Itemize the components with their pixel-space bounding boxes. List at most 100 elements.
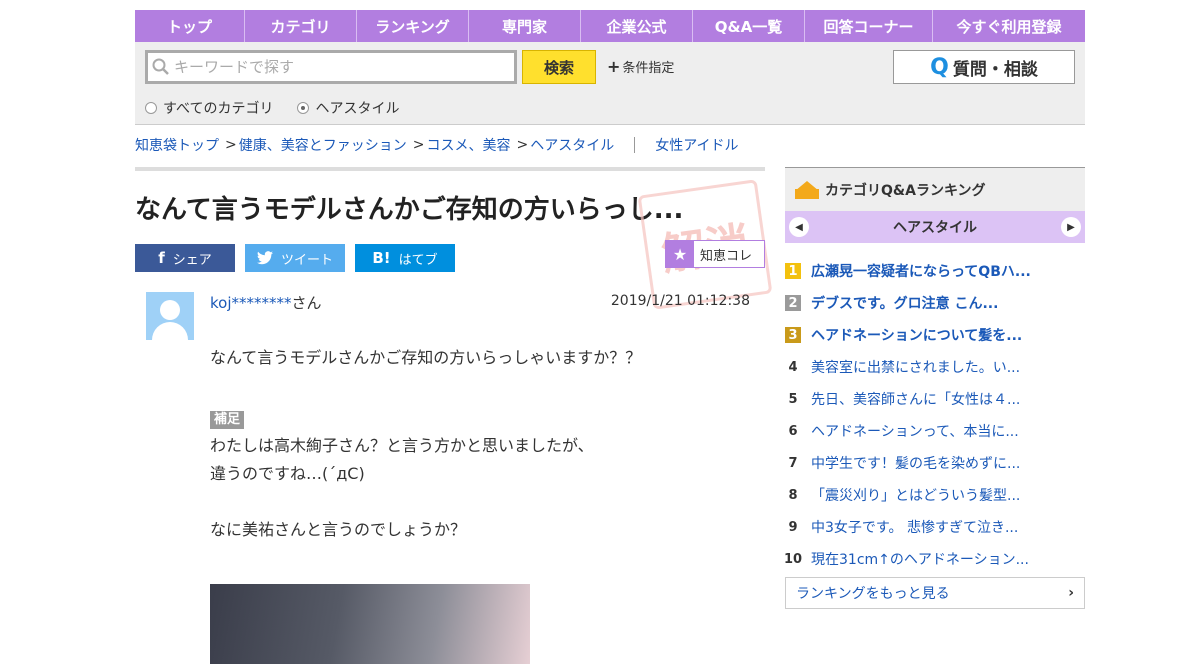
hatena-icon: B! [372, 249, 391, 267]
user-link[interactable]: koj******** [210, 294, 292, 312]
ranking-link[interactable]: 現在31cm↑のヘアドネーション... [811, 549, 1029, 569]
attached-photo[interactable] [210, 584, 530, 664]
rank-number: 10 [783, 551, 803, 567]
list-item: 6 ヘアドネーションって、本当に... [785, 415, 1085, 447]
list-item: 10 現在31cm↑のヘアドネーション... [783, 543, 1085, 575]
search-button[interactable]: 検索 [522, 50, 596, 84]
ranking-list: 1 広瀬晃一容疑者にならってQBハ... 2 デブスです。グロ注意 こん... 3ヘ… [783, 255, 1085, 575]
user-suffix: さん [291, 294, 322, 312]
facebook-share-button[interactable]: f シェア [135, 244, 235, 272]
radio-all-categories[interactable]: すべてのカテゴリ [145, 98, 273, 118]
divider [634, 137, 636, 153]
hatena-bookmark-button[interactable]: B! はてブ [355, 244, 455, 272]
rank-number: 7 [788, 455, 798, 471]
ask-label: 質問・相談 [952, 59, 1038, 80]
rank-number: 8 [788, 487, 798, 503]
radio-dot [145, 102, 157, 114]
ranking-link[interactable]: 広瀬晃一容疑者にならってQBハ... [811, 261, 1031, 281]
avatar[interactable] [146, 292, 194, 340]
ranking-link[interactable]: 「震災刈り」とはどういう髪型... [811, 485, 1020, 505]
search-input[interactable] [174, 58, 514, 76]
facebook-icon: f [158, 249, 165, 267]
ranking-category: ヘアスタイル [893, 220, 977, 236]
radio-dot-selected [297, 102, 310, 114]
ranking-link[interactable]: 中学生です！髪の毛を染めずに... [811, 453, 1020, 473]
nav-ranking[interactable]: ランキング [357, 10, 469, 42]
list-item: 9 中3女子です。 悲惨すぎて泣き... [785, 511, 1085, 543]
tag-link[interactable]: 女性アイドル [655, 135, 738, 155]
ranking-link[interactable]: ヘアドネーションについて髪を... [811, 325, 1022, 345]
radio-label: すべてのカテゴリ [163, 101, 274, 117]
nav-experts[interactable]: 専門家 [469, 10, 581, 42]
search-area: 検索 +条件指定 Q 質問・相談 すべてのカテゴリ ヘアスタイル [135, 42, 1085, 125]
rank-number: 4 [788, 359, 798, 375]
global-nav: トップ カテゴリ ランキング 専門家 企業公式 Q&A一覧 回答コーナー 今すぐ… [135, 10, 1085, 42]
supplement-label: 補足 [210, 411, 245, 429]
rank-badge: 3 [785, 327, 801, 343]
rank-badge: 2 [785, 295, 801, 311]
chevron-left-icon[interactable]: ◀ [789, 217, 809, 237]
list-item: 8 「震災刈り」とはどういう髪型... [785, 479, 1085, 511]
share-label: シェア [172, 252, 212, 268]
share-label: ツイート [280, 252, 333, 268]
rank-badge: 1 [785, 263, 801, 279]
body-line: 違うのですね…(´дC) [210, 464, 365, 483]
breadcrumb-item[interactable]: ヘアスタイル [530, 135, 614, 155]
ranking-link[interactable]: 美容室に出禁にされました。い... [811, 357, 1020, 377]
nav-official[interactable]: 企業公式 [581, 10, 693, 42]
plus-icon: + [607, 57, 621, 76]
category-radios: すべてのカテゴリ ヘアスタイル [145, 98, 399, 118]
conditions-label: 条件指定 [622, 61, 675, 76]
ask-question-button[interactable]: Q 質問・相談 [893, 50, 1075, 84]
rank-number: 5 [788, 391, 798, 407]
rank-number: 9 [788, 519, 798, 535]
divider [135, 167, 765, 171]
twitter-share-button[interactable]: ツイート [245, 244, 345, 272]
ranking-link[interactable]: デブスです。グロ注意 こん... [811, 293, 998, 313]
twitter-icon [256, 251, 273, 265]
ranking-panel: カテゴリQ&Aランキング ◀ ヘアスタイル ▶ 1 広瀬晃一容疑者にならってQBハ… [783, 167, 1085, 609]
rank-number: 6 [788, 423, 798, 439]
ranking-title: カテゴリQ&Aランキング [825, 182, 986, 199]
nav-category[interactable]: カテゴリ [245, 10, 357, 42]
body-line: なんて言うモデルさんかご存知の方いらっしゃいますか？？ [210, 348, 642, 367]
list-item: 4 美容室に出禁にされました。い... [785, 351, 1085, 383]
nav-register[interactable]: 今すぐ利用登録 [933, 10, 1085, 42]
more-ranking-button[interactable]: ランキングをもっと見る › [785, 577, 1085, 609]
user-name: koj********さん [210, 292, 322, 313]
breadcrumb-item[interactable]: コスメ、美容 [426, 135, 510, 155]
body-line: なに美祐さんと言うのでしょうか？ [210, 520, 467, 539]
ranking-link[interactable]: 先日、美容師さんに「女性は４... [811, 389, 1020, 409]
radio-current-category[interactable]: ヘアスタイル [297, 98, 399, 118]
radio-label: ヘアスタイル [315, 101, 400, 117]
nav-top[interactable]: トップ [135, 10, 245, 42]
ranking-link[interactable]: 中3女子です。 悲惨すぎて泣き... [811, 517, 1018, 537]
star-icon: ★ [666, 241, 694, 267]
share-label: はてブ [398, 252, 438, 268]
question-column: 解消 なんて言うモデルさんかご存知の方いらっし... f シェア ツイート B!… [135, 167, 773, 664]
body-line: わたしは高木絢子さん？と言う方かと思いましたが、 [210, 436, 594, 455]
header: トップ カテゴリ ランキング 専門家 企業公式 Q&A一覧 回答コーナー 今すぐ… [135, 10, 1085, 125]
chevron-right-icon[interactable]: ▶ [1061, 217, 1081, 237]
question-body: なんて言うモデルさんかご存知の方いらっしゃいますか？？ 補足 わたしは高木絢子さ… [210, 344, 641, 544]
chiekore-button[interactable]: ★ 知恵コレ [665, 240, 765, 268]
list-item: 5 先日、美容師さんに「女性は４... [785, 383, 1085, 415]
q-icon: Q [930, 54, 949, 80]
crown-icon [795, 180, 819, 199]
breadcrumb-item[interactable]: 健康、美容とファッション [239, 135, 407, 155]
conditions-link[interactable]: + 条件指定 [607, 57, 674, 76]
list-item: 2 デブスです。グロ注意 こん... [785, 287, 1085, 319]
more-label: ランキングをもっと見る [796, 586, 950, 602]
search-icon [152, 58, 169, 75]
post-date: 2019/1/21 01:12:38 [610, 293, 750, 309]
nav-answer-corner[interactable]: 回答コーナー [805, 10, 933, 42]
question-post: koj********さん 2019/1/21 01:12:38 なんて言うモデ… [135, 292, 765, 664]
list-item: 7 中学生です！髪の毛を染めずに... [785, 447, 1085, 479]
ranking-header: カテゴリQ&Aランキング [785, 167, 1085, 211]
nav-qa-list[interactable]: Q&A一覧 [693, 10, 805, 42]
chevron-right-icon: › [1068, 585, 1074, 601]
breadcrumb-item[interactable]: 知恵袋トップ [135, 135, 219, 155]
list-item: 3 ヘアドネーションについて髪を... [785, 319, 1085, 351]
chiekore-label: 知恵コレ [700, 248, 753, 264]
ranking-link[interactable]: ヘアドネーションって、本当に... [811, 421, 1019, 441]
